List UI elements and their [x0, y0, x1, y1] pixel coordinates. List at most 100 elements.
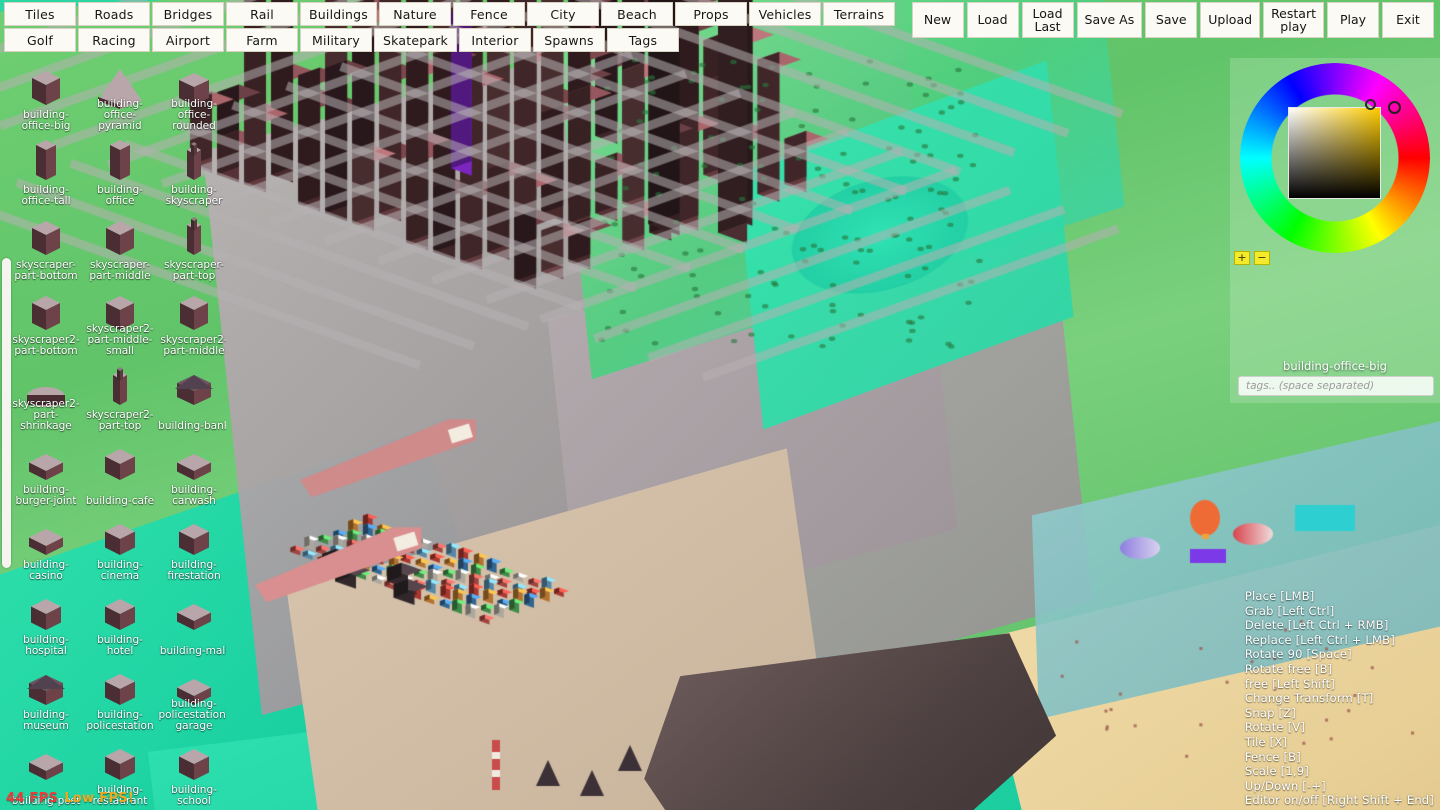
button-play[interactable]: Play — [1327, 2, 1379, 38]
button-exit[interactable]: Exit — [1382, 2, 1434, 38]
button-load-last[interactable]: Load Last — [1022, 2, 1074, 38]
asset-thumbnail — [165, 436, 223, 484]
tab-bridges[interactable]: Bridges — [152, 2, 224, 26]
tab-tags[interactable]: Tags — [607, 28, 679, 52]
palette-item-building-casino[interactable]: building-casino — [10, 509, 82, 584]
tab-vehicles[interactable]: Vehicles — [749, 2, 821, 26]
tab-golf[interactable]: Golf — [4, 28, 76, 52]
voxel-icon — [165, 286, 223, 334]
palette-item-building-policestation[interactable]: building-policestation — [84, 659, 156, 734]
palette-item-skyscraper-part-bottom[interactable]: skyscraper-part-bottom — [10, 209, 82, 284]
palette-item-building-burger-joint[interactable]: building-burger-joint — [10, 434, 82, 509]
shortcut-item: Place [LMB] — [1245, 589, 1315, 604]
palette-item-building-museum[interactable]: building-museum — [10, 659, 82, 734]
palette-item-label: skyscraper2-part-middle — [158, 335, 226, 359]
voxel-icon — [91, 736, 149, 784]
button-upload[interactable]: Upload — [1200, 2, 1260, 38]
tab-props[interactable]: Props — [675, 2, 747, 26]
palette-item-skyscraper-part-top[interactable]: skyscraper-part-top — [158, 209, 226, 284]
palette-item-skyscraper2-part-shrinkage[interactable]: skyscraper2-part-shrinkage — [10, 359, 82, 434]
palette-item-label: skyscraper-part-top — [158, 260, 226, 284]
voxel-icon — [91, 136, 149, 184]
palette-item-label: building-office-rounded — [158, 99, 226, 134]
palette-item-building-office-tall[interactable]: building-office-tall — [10, 134, 82, 209]
palette-item-label: building-office-big — [10, 110, 82, 134]
palette-item-label: skyscraper2-part-shrinkage — [10, 399, 82, 434]
tab-interior[interactable]: Interior — [459, 28, 531, 52]
shortcut-item: free [Left Shift] — [1245, 677, 1335, 692]
palette-item-building-skyscraper[interactable]: building-skyscraper — [158, 134, 226, 209]
palette-item-label: building-mall — [158, 646, 226, 659]
tab-terrains[interactable]: Terrains — [823, 2, 895, 26]
asset-inspector-panel: + − building-office-big — [1230, 58, 1440, 403]
color-picker[interactable] — [1240, 63, 1430, 253]
tab-nature[interactable]: Nature — [379, 2, 451, 26]
asset-thumbnail — [91, 361, 149, 409]
tab-beach[interactable]: Beach — [601, 2, 673, 26]
button-new[interactable]: New — [912, 2, 964, 38]
palette-item-building-cinema[interactable]: building-cinema — [84, 509, 156, 584]
asset-thumbnail — [165, 586, 223, 634]
palette-item-building-school[interactable]: building-school — [158, 734, 226, 809]
tab-skatepark[interactable]: Skatepark — [374, 28, 457, 52]
shortcut-item: Rotate [V] — [1245, 720, 1305, 735]
palette-item-building-firestation[interactable]: building-firestation — [158, 509, 226, 584]
palette-item-building-office[interactable]: building-office — [84, 134, 156, 209]
palette-item-building-cafe[interactable]: building-cafe — [84, 434, 156, 509]
asset-thumbnail — [17, 211, 75, 259]
tab-buildings[interactable]: Buildings — [300, 2, 377, 26]
asset-palette[interactable]: building-office-big building-office-pyra… — [0, 55, 226, 810]
tab-military[interactable]: Military — [300, 28, 372, 52]
button-restart-play[interactable]: Restart play — [1263, 2, 1324, 38]
tab-fence[interactable]: Fence — [453, 2, 525, 26]
voxel-icon — [165, 436, 223, 484]
tab-roads[interactable]: Roads — [78, 2, 150, 26]
palette-item-label: building-bank — [158, 421, 226, 434]
shortcut-item: Scale [1,9] — [1245, 764, 1309, 779]
tab-racing[interactable]: Racing — [78, 28, 150, 52]
shortcut-item: Up/Down [-+] — [1245, 779, 1326, 794]
hue-marker-handle[interactable] — [1388, 101, 1401, 114]
button-save-as[interactable]: Save As — [1077, 2, 1143, 38]
tags-input[interactable] — [1238, 376, 1434, 396]
asset-palette-grid: building-office-big building-office-pyra… — [10, 59, 220, 810]
palette-item-skyscraper2-part-top[interactable]: skyscraper2-part-top — [84, 359, 156, 434]
palette-item-building-mall[interactable]: building-mall — [158, 584, 226, 659]
tab-tiles[interactable]: Tiles — [4, 2, 76, 26]
palette-item-building-hotel[interactable]: building-hotel — [84, 584, 156, 659]
shortcut-item: Tile [X] — [1245, 735, 1287, 750]
asset-thumbnail — [91, 511, 149, 559]
palette-item-building-office-rounded[interactable]: building-office-rounded — [158, 59, 226, 134]
palette-item-label: building-cafe — [84, 496, 156, 509]
button-save[interactable]: Save — [1145, 2, 1197, 38]
palette-item-label: building-burger-joint — [10, 485, 82, 509]
tab-airport[interactable]: Airport — [152, 28, 224, 52]
palette-item-building-policestation-garage[interactable]: building-policestation-garage — [158, 659, 226, 734]
tab-city[interactable]: City — [527, 2, 599, 26]
palette-item-skyscraper2-part-bottom[interactable]: skyscraper2-part-bottom — [10, 284, 82, 359]
asset-thumbnail — [17, 586, 75, 634]
tab-spawns[interactable]: Spawns — [533, 28, 605, 52]
palette-item-building-office-pyramid[interactable]: building-office-pyramid — [84, 59, 156, 134]
saturation-value-marker-handle[interactable] — [1365, 99, 1376, 110]
tab-rail[interactable]: Rail — [226, 2, 298, 26]
palette-item-building-bank[interactable]: building-bank — [158, 359, 226, 434]
button-load[interactable]: Load — [967, 2, 1019, 38]
asset-thumbnail — [165, 286, 223, 334]
palette-item-skyscraper2-part-middle[interactable]: skyscraper2-part-middle — [158, 284, 226, 359]
palette-item-building-carwash[interactable]: building-carwash — [158, 434, 226, 509]
fps-indicator: 44 FPSLow FPS! — [6, 791, 134, 806]
voxel-icon — [17, 511, 75, 559]
shortcut-item: Replace [Left Ctrl + LMB] — [1245, 633, 1395, 648]
palette-item-skyscraper2-part-middle-small[interactable]: skyscraper2-part-middle-small — [84, 284, 156, 359]
remove-swatch-button[interactable]: − — [1254, 251, 1270, 265]
palette-item-skyscraper-part-middle[interactable]: skyscraper-part-middle — [84, 209, 156, 284]
add-swatch-button[interactable]: + — [1234, 251, 1250, 265]
palette-scrollbar[interactable] — [2, 258, 11, 568]
asset-thumbnail — [17, 61, 75, 109]
tab-farm[interactable]: Farm — [226, 28, 298, 52]
saturation-value-square[interactable] — [1288, 107, 1381, 199]
voxel-icon — [165, 586, 223, 634]
palette-item-building-office-big[interactable]: building-office-big — [10, 59, 82, 134]
palette-item-building-hospital[interactable]: building-hospital — [10, 584, 82, 659]
